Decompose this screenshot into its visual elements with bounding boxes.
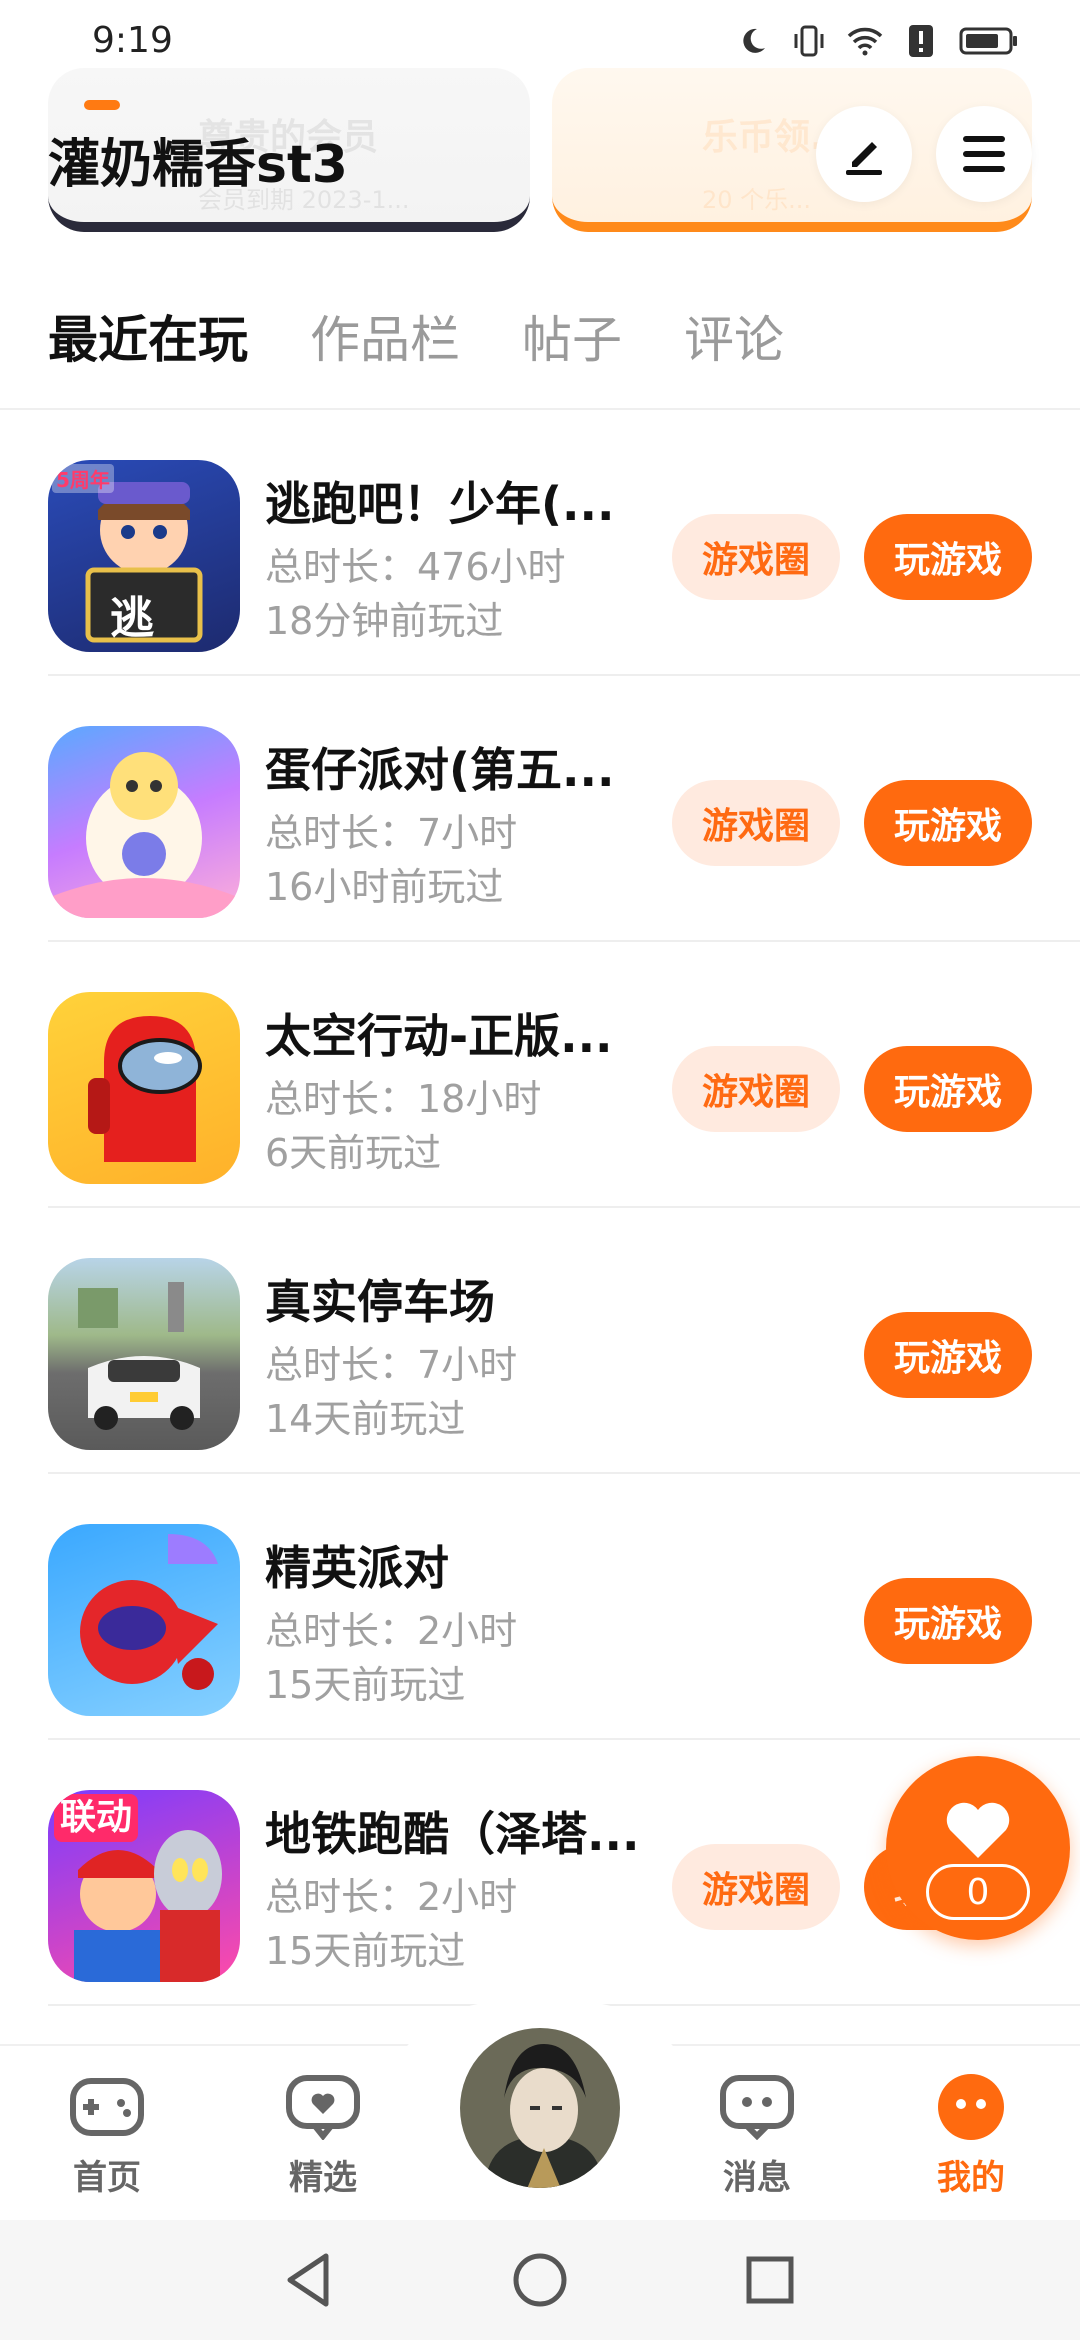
tab-recent[interactable]: 最近在玩 <box>48 300 248 372</box>
game-title: 蛋仔派对(第五... <box>265 743 615 794</box>
game-info: 真实停车场 总时长：7小时 14天前玩过 <box>265 1266 665 1441</box>
edit-profile-button[interactable] <box>816 106 912 202</box>
tab-comments[interactable]: 评论 <box>684 300 784 372</box>
nav-messages[interactable]: 消息 <box>682 2072 832 2199</box>
list-item[interactable]: 真实停车场 总时长：7小时 14天前玩过 玩游戏 <box>0 1208 1080 1474</box>
game-circle-button[interactable]: 游戏圈 <box>672 780 840 866</box>
game-icon-real-parking <box>48 1258 240 1450</box>
gamepad-icon <box>69 2072 145 2142</box>
game-info: 精英派对 总时长：2小时 15天前玩过 <box>265 1532 665 1707</box>
game-icon-subway-surfers: 联动 <box>48 1790 240 1982</box>
play-game-button[interactable]: 玩游戏 <box>864 514 1032 600</box>
play-game-button[interactable]: 玩游戏 <box>864 780 1032 866</box>
list-item[interactable]: 蛋仔派对(第五... 总时长：7小时 16小时前玩过 游戏圈 玩游戏 <box>0 676 1080 942</box>
status-time: 9:19 <box>92 20 173 61</box>
game-circle-button[interactable]: 游戏圈 <box>672 1046 840 1132</box>
battery-icon <box>958 22 1020 60</box>
coin-card-subtitle: 20 个乐... <box>702 186 812 214</box>
list-item[interactable]: 太空行动-正版... 总时长：18小时 6天前玩过 游戏圈 玩游戏 <box>0 942 1080 1208</box>
system-nav-bar <box>0 2220 1080 2340</box>
game-duration: 总时长：2小时 <box>265 1609 518 1653</box>
game-icon-ribbon: 5周年 <box>52 464 114 493</box>
nav-profile[interactable]: 我的 <box>896 2072 1046 2199</box>
nav-label: 精选 <box>289 2158 357 2198</box>
status-icons <box>734 22 1020 60</box>
game-title: 真实停车场 <box>265 1275 495 1326</box>
game-title: 逃跑吧！少年(... <box>265 477 615 528</box>
tab-works[interactable]: 作品栏 <box>310 300 460 372</box>
game-last-played: 18分钟前玩过 <box>265 599 504 643</box>
active-tab-indicator <box>84 100 120 110</box>
game-last-played: 15天前玩过 <box>265 1929 466 1973</box>
nav-label: 我的 <box>937 2158 1005 2198</box>
game-icon-space-action <box>48 992 240 1184</box>
game-info: 逃跑吧！少年(... 总时长：476小时 18分钟前玩过 <box>265 468 665 643</box>
message-icon <box>719 2072 795 2142</box>
recents-icon[interactable] <box>740 2250 800 2310</box>
game-last-played: 16小时前玩过 <box>265 865 504 909</box>
game-icon-label: 逃 <box>110 593 154 644</box>
profile-face-icon <box>933 2072 1009 2142</box>
profile-tabs: 最近在玩 作品栏 帖子 评论 <box>48 300 784 372</box>
game-title: 精英派对 <box>265 1541 449 1592</box>
game-circle-button[interactable]: 游戏圈 <box>672 1844 840 1930</box>
like-count: 0 <box>926 1864 1030 1920</box>
game-duration: 总时长：7小时 <box>265 811 518 855</box>
play-game-button[interactable]: 玩游戏 <box>864 1046 1032 1132</box>
profile-header: 尊贵的会员 会员到期 2023-1... 乐币领... 20 个乐... 灌奶糯… <box>0 60 1080 240</box>
moon-icon <box>734 22 772 60</box>
pencil-icon <box>846 142 882 175</box>
game-last-played: 6天前玩过 <box>265 1131 442 1175</box>
game-title: 地铁跑酷（泽塔... <box>265 1807 640 1858</box>
game-circle-button[interactable]: 游戏圈 <box>672 514 840 600</box>
game-duration: 总时长：18小时 <box>265 1077 542 1121</box>
list-item[interactable]: 精英派对 总时长：2小时 15天前玩过 玩游戏 <box>0 1474 1080 1740</box>
game-last-played: 15天前玩过 <box>265 1663 466 1707</box>
game-duration: 总时长：2小时 <box>265 1875 518 1919</box>
game-duration: 总时长：7小时 <box>265 1343 518 1387</box>
game-icon-eggy-party <box>48 726 240 918</box>
game-icon-escape: 逃 5周年 <box>48 460 240 652</box>
avatar[interactable] <box>456 2024 624 2192</box>
home-icon[interactable] <box>510 2250 570 2310</box>
nav-featured[interactable]: 精选 <box>248 2072 398 2199</box>
hamburger-icon <box>963 136 1005 172</box>
game-duration: 总时长：476小时 <box>265 545 566 589</box>
game-info: 地铁跑酷（泽塔... 总时长：2小时 15天前玩过 <box>265 1798 665 1973</box>
nav-home[interactable]: 首页 <box>32 2072 182 2199</box>
like-floating-button[interactable]: 0 <box>886 1756 1070 1940</box>
play-game-button[interactable]: 玩游戏 <box>864 1578 1032 1664</box>
nav-label: 消息 <box>723 2158 791 2198</box>
nav-label: 首页 <box>73 2158 141 2198</box>
bottom-nav: 首页 精选 消息 我的 <box>0 2002 1080 2220</box>
play-game-button[interactable]: 玩游戏 <box>864 1312 1032 1398</box>
game-info: 太空行动-正版... 总时长：18小时 6天前玩过 <box>265 1000 665 1175</box>
game-icon-elite-party <box>48 1524 240 1716</box>
back-icon[interactable] <box>278 2250 338 2310</box>
game-title: 太空行动-正版... <box>265 1009 613 1060</box>
alert-icon <box>902 22 940 60</box>
game-last-played: 14天前玩过 <box>265 1397 466 1441</box>
game-info: 蛋仔派对(第五... 总时长：7小时 16小时前玩过 <box>265 734 665 909</box>
menu-button[interactable] <box>936 106 1032 202</box>
heart-chat-icon <box>285 2072 361 2142</box>
game-icon-badge: 联动 <box>54 1794 139 1842</box>
wifi-icon <box>846 22 884 60</box>
tab-posts[interactable]: 帖子 <box>522 300 622 372</box>
list-item[interactable]: 逃 5周年 逃跑吧！少年(... 总时长：476小时 18分钟前玩过 游戏圈 玩… <box>0 410 1080 676</box>
heart-icon <box>946 1802 1010 1858</box>
vibrate-icon <box>790 22 828 60</box>
username: 灌奶糯香st3 <box>48 135 348 195</box>
